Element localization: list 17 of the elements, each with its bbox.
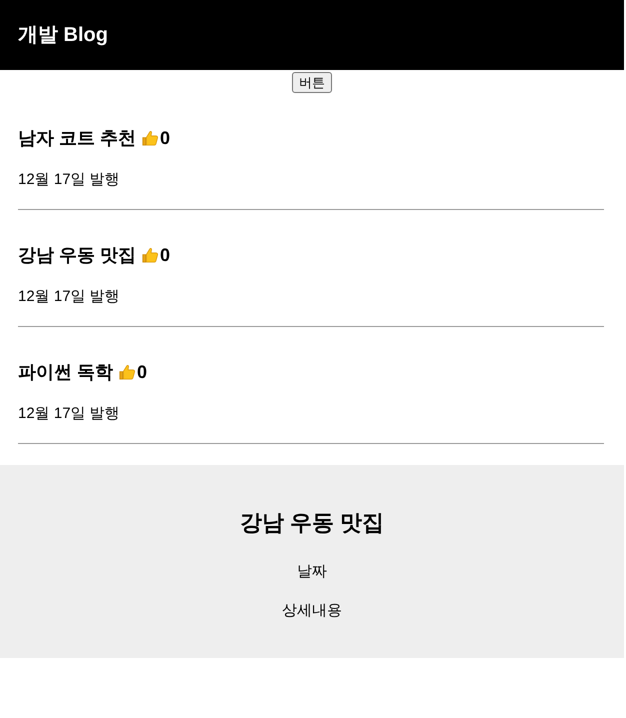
blog-title: 개발 Blog <box>18 23 108 48</box>
like-count: 0 <box>160 244 170 267</box>
detail-content: 상세내용 <box>281 601 343 621</box>
post-date: 12월 17일 발행 <box>18 404 121 424</box>
thumbs-up-icon[interactable] <box>118 363 136 381</box>
like-count: 0 <box>160 127 170 150</box>
thumbs-up-icon[interactable] <box>141 129 160 147</box>
detail-date: 날짜 <box>296 562 328 582</box>
action-button[interactable]: 버튼 <box>292 72 332 93</box>
detail-title: 강남 우동 맛집 <box>238 509 386 537</box>
post-date: 12월 17일 발행 <box>18 287 121 307</box>
post-title: 남자 코트 추천 <box>18 127 136 150</box>
post-title: 파이썬 독학 <box>18 361 114 384</box>
post-date: 12월 17일 발행 <box>18 170 121 190</box>
post-title: 강남 우동 맛집 <box>18 244 136 267</box>
like-count: 0 <box>137 361 148 384</box>
thumbs-up-icon[interactable] <box>141 246 160 264</box>
